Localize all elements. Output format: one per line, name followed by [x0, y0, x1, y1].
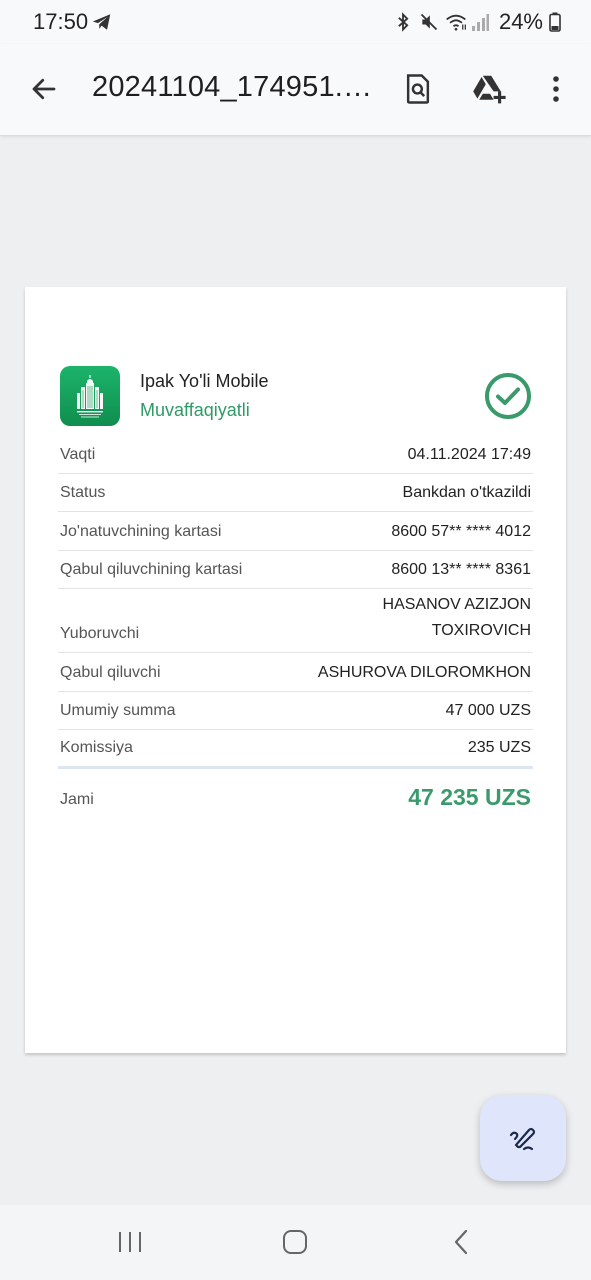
detail-value: 8600 13** **** 8361	[391, 561, 531, 578]
total-row: Jami 47 235 UZS	[58, 769, 533, 829]
edit-pen-icon	[509, 1127, 536, 1151]
transaction-status: Muvaffaqiyatli	[140, 400, 250, 420]
receipt-header: Ipak Yo'li Mobile Muvaffaqiyatli	[60, 366, 532, 426]
home-button[interactable]	[277, 1227, 313, 1257]
detail-row-time: Vaqti 04.11.2024 17:49	[58, 435, 533, 474]
system-nav-bar	[0, 1205, 591, 1280]
home-icon	[283, 1230, 307, 1254]
detail-value: HASANOV AZIZJON TOXIROVICH	[383, 592, 531, 644]
more-vert-icon	[553, 76, 559, 102]
sender-name-line1: HASANOV AZIZJON	[382, 596, 531, 613]
detail-value: 235 UZS	[467, 738, 531, 756]
battery-icon	[549, 12, 561, 32]
bluetooth-icon	[393, 12, 413, 32]
total-label: Jami	[60, 790, 94, 808]
add-to-drive-icon	[473, 75, 506, 104]
detail-value: 47 000 UZS	[445, 702, 531, 719]
detail-row-sender: Yuboruvchi HASANOV AZIZJON TOXIROVICH	[58, 589, 533, 653]
ipak-yoli-logo	[60, 366, 120, 426]
total-value: 47 235 UZS	[408, 783, 531, 810]
telegram-icon	[91, 11, 113, 33]
detail-label: Qabul qiluvchining kartasi	[60, 561, 243, 578]
arrow-back-icon	[32, 78, 56, 100]
detail-label: Yuboruvchi	[60, 625, 140, 642]
nav-back-button[interactable]	[443, 1227, 479, 1257]
detail-row-receiver-card: Qabul qiluvchining kartasi 8600 13** ***…	[58, 551, 533, 589]
recents-icon	[119, 1232, 141, 1252]
recents-button[interactable]	[112, 1227, 148, 1257]
pdf-page[interactable]: Ipak Yo'li Mobile Muvaffaqiyatli Vaqti 0…	[25, 287, 566, 1053]
detail-label: Vaqti	[60, 445, 96, 463]
detail-value: Bankdan o'tkazildi	[402, 484, 531, 501]
app-bar: 20241104_174951.pdf	[0, 44, 591, 136]
bank-name: Ipak Yo'li Mobile	[140, 371, 269, 391]
mute-icon	[419, 12, 439, 32]
detail-value: 04.11.2024 17:49	[407, 445, 531, 463]
sender-name-line2: TOXIROVICH	[431, 622, 531, 639]
status-bar: 17:50 24%	[0, 0, 591, 44]
detail-row-commission: Komissiya 235 UZS	[58, 730, 533, 769]
check-circle-icon	[484, 372, 532, 420]
detail-row-sender-card: Jo'natuvchining kartasi 8600 57** **** 4…	[58, 512, 533, 551]
back-icon	[454, 1229, 468, 1255]
add-to-drive-button[interactable]	[472, 71, 508, 107]
search-document-icon	[406, 74, 430, 104]
detail-label: Komissiya	[60, 738, 133, 756]
back-button[interactable]	[26, 71, 62, 107]
detail-label: Status	[60, 484, 106, 501]
signal-icon	[471, 12, 491, 32]
search-document-button[interactable]	[400, 71, 436, 107]
detail-row-status: Status Bankdan o'tkazildi	[58, 474, 533, 512]
detail-row-amount: Umumiy summa 47 000 UZS	[58, 692, 533, 730]
detail-label: Qabul qiluvchi	[60, 663, 161, 681]
detail-label: Jo'natuvchining kartasi	[60, 522, 222, 540]
file-title: 20241104_174951.pdf	[92, 71, 382, 103]
receipt-details: Vaqti 04.11.2024 17:49 Status Bankdan o'…	[58, 435, 533, 829]
annotate-fab-button[interactable]	[480, 1095, 566, 1181]
detail-row-receiver: Qabul qiluvchi ASHUROVA DILOROMKHON	[58, 653, 533, 692]
more-options-button[interactable]	[538, 71, 574, 107]
status-time: 17:50	[33, 9, 89, 34]
battery-percent: 24%	[498, 9, 543, 34]
detail-value: ASHUROVA DILOROMKHON	[317, 663, 531, 681]
status-icons: 24%	[393, 9, 561, 35]
detail-value: 8600 57** **** 4012	[391, 522, 531, 540]
detail-label: Umumiy summa	[60, 702, 176, 719]
wifi-icon	[445, 12, 466, 32]
